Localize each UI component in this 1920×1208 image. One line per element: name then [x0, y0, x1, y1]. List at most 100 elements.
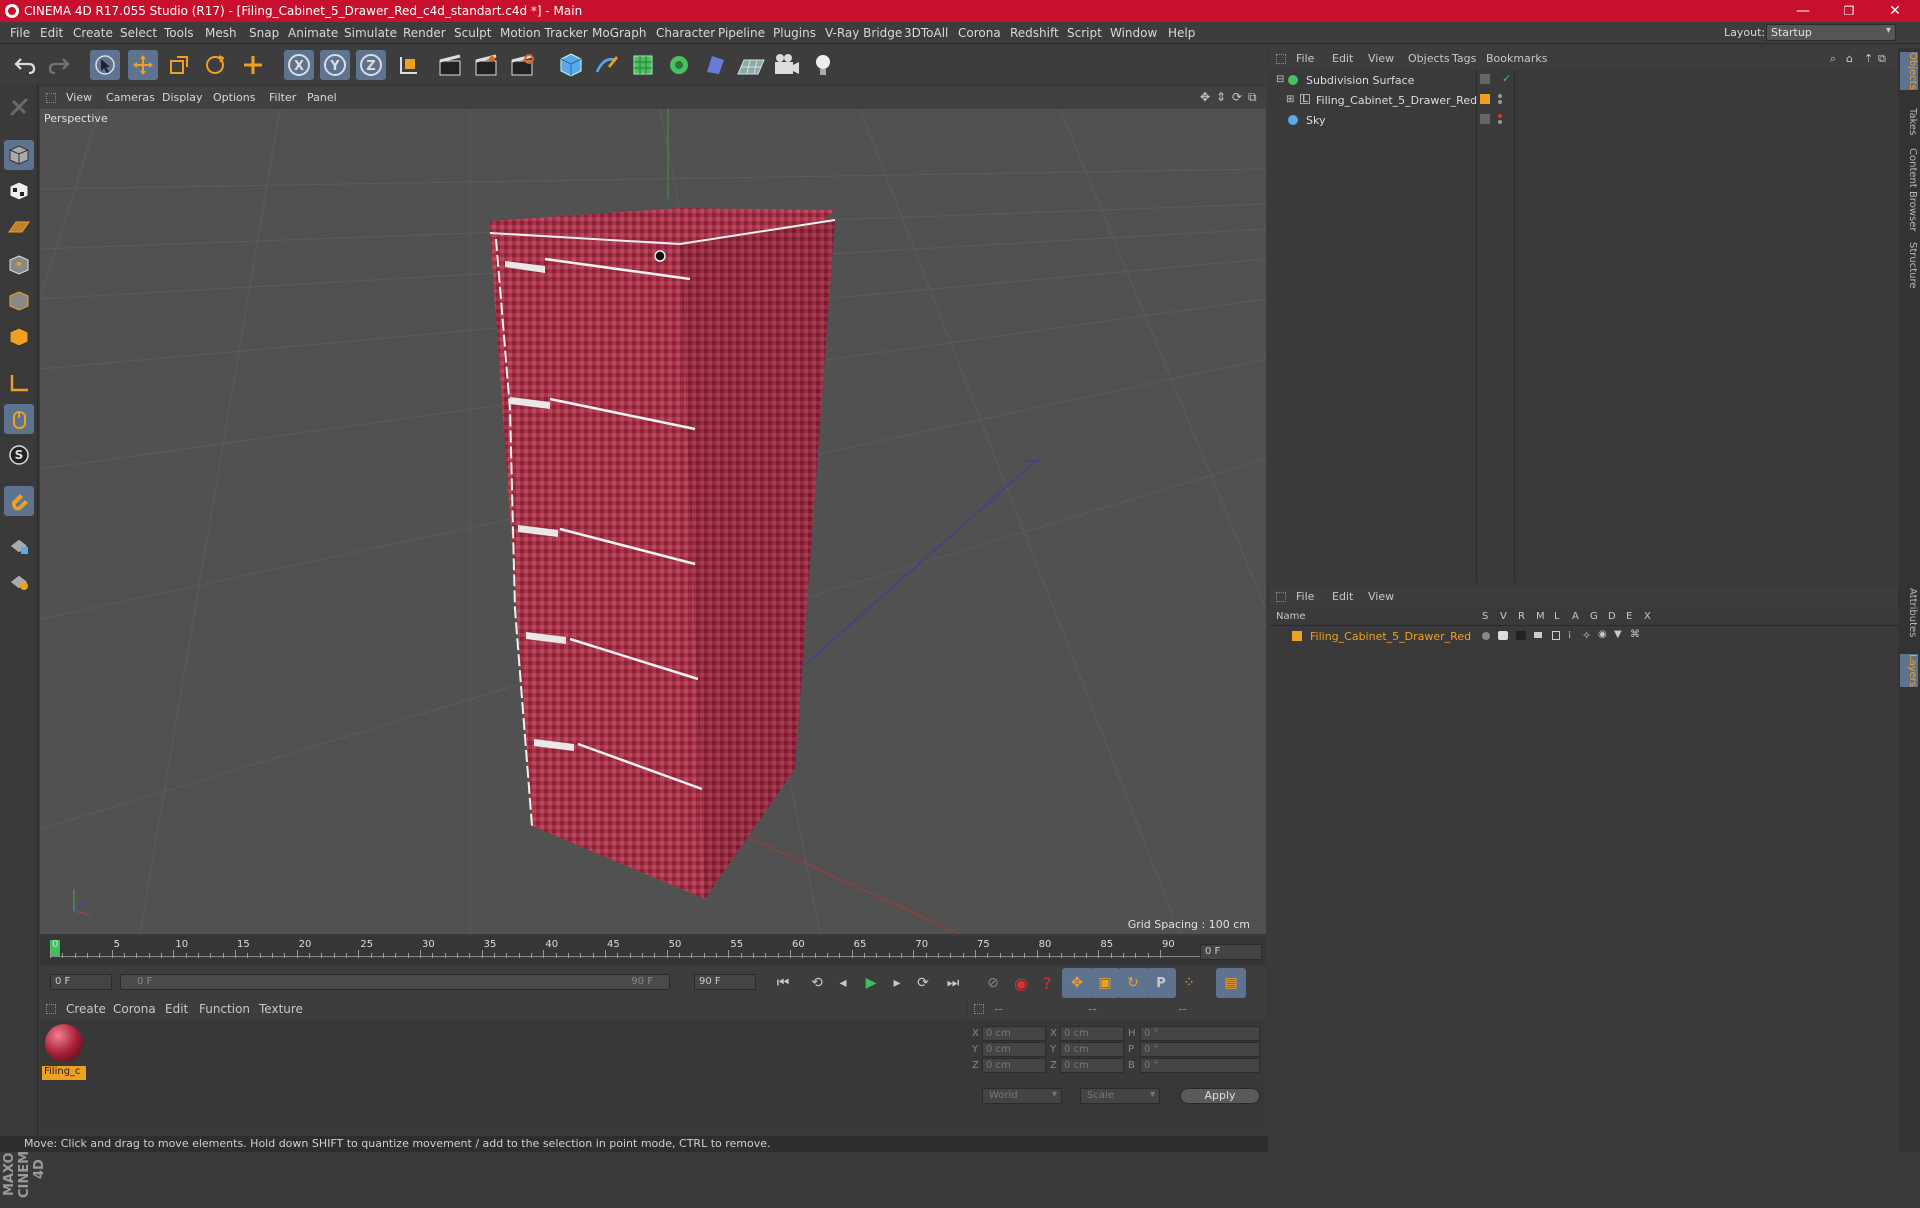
- viewport-menu-display[interactable]: Display: [162, 91, 203, 104]
- viewport-rotate-icon[interactable]: ⟳: [1232, 90, 1242, 104]
- record-disabled-button[interactable]: ⊘: [978, 968, 1008, 998]
- solo-button[interactable]: S: [4, 440, 34, 470]
- x-axis-button[interactable]: X: [284, 50, 314, 80]
- pen-spline-button[interactable]: [592, 50, 622, 80]
- layer-color-swatch[interactable]: [1292, 631, 1302, 641]
- generators-icon[interactable]: ✧: [1582, 629, 1591, 642]
- search-icon[interactable]: ⌕: [1830, 52, 1836, 66]
- scroll-up-icon[interactable]: ⇡: [1864, 52, 1873, 65]
- workplane-mode-button[interactable]: [4, 212, 34, 242]
- animation-icon[interactable]: ⁞: [1568, 630, 1571, 641]
- layer-column-v[interactable]: V: [1500, 611, 1507, 622]
- grid-lock-button[interactable]: [4, 530, 34, 560]
- viewport-menu-filter[interactable]: Filter: [269, 91, 296, 104]
- material-menu-function[interactable]: Function: [199, 1002, 250, 1016]
- menu-sculpt[interactable]: Sculpt: [454, 26, 491, 40]
- menu-vray-bridge[interactable]: V-Ray Bridge: [825, 26, 902, 40]
- coord-value-field[interactable]: 0 °: [1140, 1026, 1260, 1041]
- menu-redshift[interactable]: Redshift: [1010, 26, 1059, 40]
- tweak-mode-button[interactable]: [4, 404, 34, 434]
- layer-column-m[interactable]: M: [1536, 611, 1545, 622]
- menu-render[interactable]: Render: [403, 26, 446, 40]
- menu-pipeline[interactable]: Pipeline: [718, 26, 765, 40]
- panel-grip-icon[interactable]: [974, 1004, 984, 1014]
- go-to-end-button[interactable]: ⏭: [938, 968, 968, 998]
- 3d-viewport[interactable]: Perspective Grid Spacing : 100 cm: [40, 109, 1266, 934]
- tab-objects[interactable]: Objects: [1900, 52, 1918, 90]
- viewport-pan-icon[interactable]: ✥: [1200, 90, 1210, 104]
- om-menu-bookmarks[interactable]: Bookmarks: [1486, 52, 1547, 65]
- y-axis-button[interactable]: Y: [320, 50, 350, 80]
- visibility-toggle[interactable]: [1480, 74, 1490, 84]
- object-row-sky[interactable]: Sky: [1270, 112, 1898, 130]
- current-frame-field[interactable]: 0 F: [1200, 944, 1262, 960]
- lm-menu-file[interactable]: File: [1296, 590, 1314, 603]
- editor-visibility-dot[interactable]: [1498, 114, 1502, 118]
- menu-file[interactable]: File: [10, 26, 30, 40]
- menu-help[interactable]: Help: [1168, 26, 1195, 40]
- layer-column-e[interactable]: E: [1626, 611, 1632, 622]
- render-settings-button[interactable]: [508, 50, 538, 80]
- coord-value-field[interactable]: 0 cm: [1060, 1058, 1124, 1073]
- redo-button[interactable]: [44, 50, 74, 80]
- om-menu-view[interactable]: View: [1368, 52, 1394, 65]
- layer-row[interactable]: Filing_Cabinet_5_Drawer_Red ⁞ ✧ ◉ ▼ ⌘: [1270, 628, 1898, 646]
- collapse-icon[interactable]: ⊟: [1276, 74, 1284, 85]
- minimize-button[interactable]: —: [1780, 0, 1826, 22]
- apply-button[interactable]: Apply: [1180, 1088, 1260, 1104]
- layer-color-swatch[interactable]: [1480, 94, 1490, 104]
- key-parameter-button[interactable]: P: [1146, 968, 1176, 998]
- material-menu-create[interactable]: Create: [66, 1002, 106, 1016]
- menu-3dtoall[interactable]: 3DToAll: [904, 26, 948, 40]
- key-position-button[interactable]: ✥: [1062, 968, 1092, 998]
- lock-icon[interactable]: [1552, 631, 1560, 640]
- close-button[interactable]: ✕: [1872, 0, 1918, 22]
- autokey-button[interactable]: ?: [1032, 968, 1062, 998]
- tab-structure[interactable]: Structure: [1900, 242, 1918, 289]
- menu-select[interactable]: Select: [120, 26, 157, 40]
- menu-tools[interactable]: Tools: [164, 26, 194, 40]
- expand-icon[interactable]: ⊞: [1286, 94, 1294, 105]
- om-menu-tags[interactable]: Tags: [1452, 52, 1476, 65]
- menu-corona[interactable]: Corona: [958, 26, 1001, 40]
- menu-mograph[interactable]: MoGraph: [592, 26, 647, 40]
- om-menu-objects[interactable]: Objects: [1408, 52, 1450, 65]
- model-mode-button[interactable]: [4, 140, 34, 170]
- render-view-button[interactable]: [436, 50, 466, 80]
- undo-button[interactable]: [10, 50, 40, 80]
- eye-icon[interactable]: [1498, 631, 1508, 640]
- next-keyframe-button[interactable]: ⟳: [908, 968, 938, 998]
- scale-tool-button[interactable]: [164, 50, 194, 80]
- coordinate-system-button[interactable]: [394, 50, 424, 80]
- solo-toggle-icon[interactable]: [1482, 632, 1490, 640]
- coord-value-field[interactable]: 0 °: [1140, 1042, 1260, 1057]
- render-visibility-dot[interactable]: [1498, 120, 1502, 124]
- edges-mode-button[interactable]: [4, 286, 34, 316]
- menu-create[interactable]: Create: [73, 26, 113, 40]
- panel-grip-icon[interactable]: [46, 1004, 56, 1014]
- z-axis-button[interactable]: Z: [356, 50, 386, 80]
- lm-menu-view[interactable]: View: [1368, 590, 1394, 603]
- points-mode-button[interactable]: [4, 250, 34, 280]
- menu-edit[interactable]: Edit: [40, 26, 63, 40]
- editor-visibility-dot[interactable]: [1498, 94, 1502, 98]
- camera-button[interactable]: [772, 50, 802, 80]
- tab-takes[interactable]: Takes: [1900, 108, 1918, 135]
- key-scale-button[interactable]: ▣: [1090, 968, 1120, 998]
- viewport-menu-view[interactable]: View: [66, 91, 92, 104]
- panel-grip-icon[interactable]: [46, 93, 56, 103]
- light-button[interactable]: [808, 50, 838, 80]
- object-row-subdivision[interactable]: ⊟ Subdivision Surface ✓: [1270, 72, 1898, 90]
- tab-layers[interactable]: Layers: [1900, 654, 1918, 688]
- timeline-settings-button[interactable]: ▤: [1216, 968, 1246, 998]
- start-frame-field[interactable]: 0 F: [50, 974, 112, 990]
- coord-value-field[interactable]: 0 cm: [1060, 1042, 1124, 1057]
- object-row-filing-cabinet[interactable]: ⊞ L Filing_Cabinet_5_Drawer_Red: [1270, 92, 1898, 110]
- material-menu-edit[interactable]: Edit: [165, 1002, 188, 1016]
- menu-plugins[interactable]: Plugins: [773, 26, 816, 40]
- frame-range-slider[interactable]: 0 F 90 F: [120, 974, 670, 990]
- deformer-button[interactable]: [700, 50, 730, 80]
- end-frame-field[interactable]: 90 F: [694, 974, 756, 990]
- live-selection-button[interactable]: [238, 50, 268, 80]
- layer-column-r[interactable]: R: [1518, 611, 1525, 622]
